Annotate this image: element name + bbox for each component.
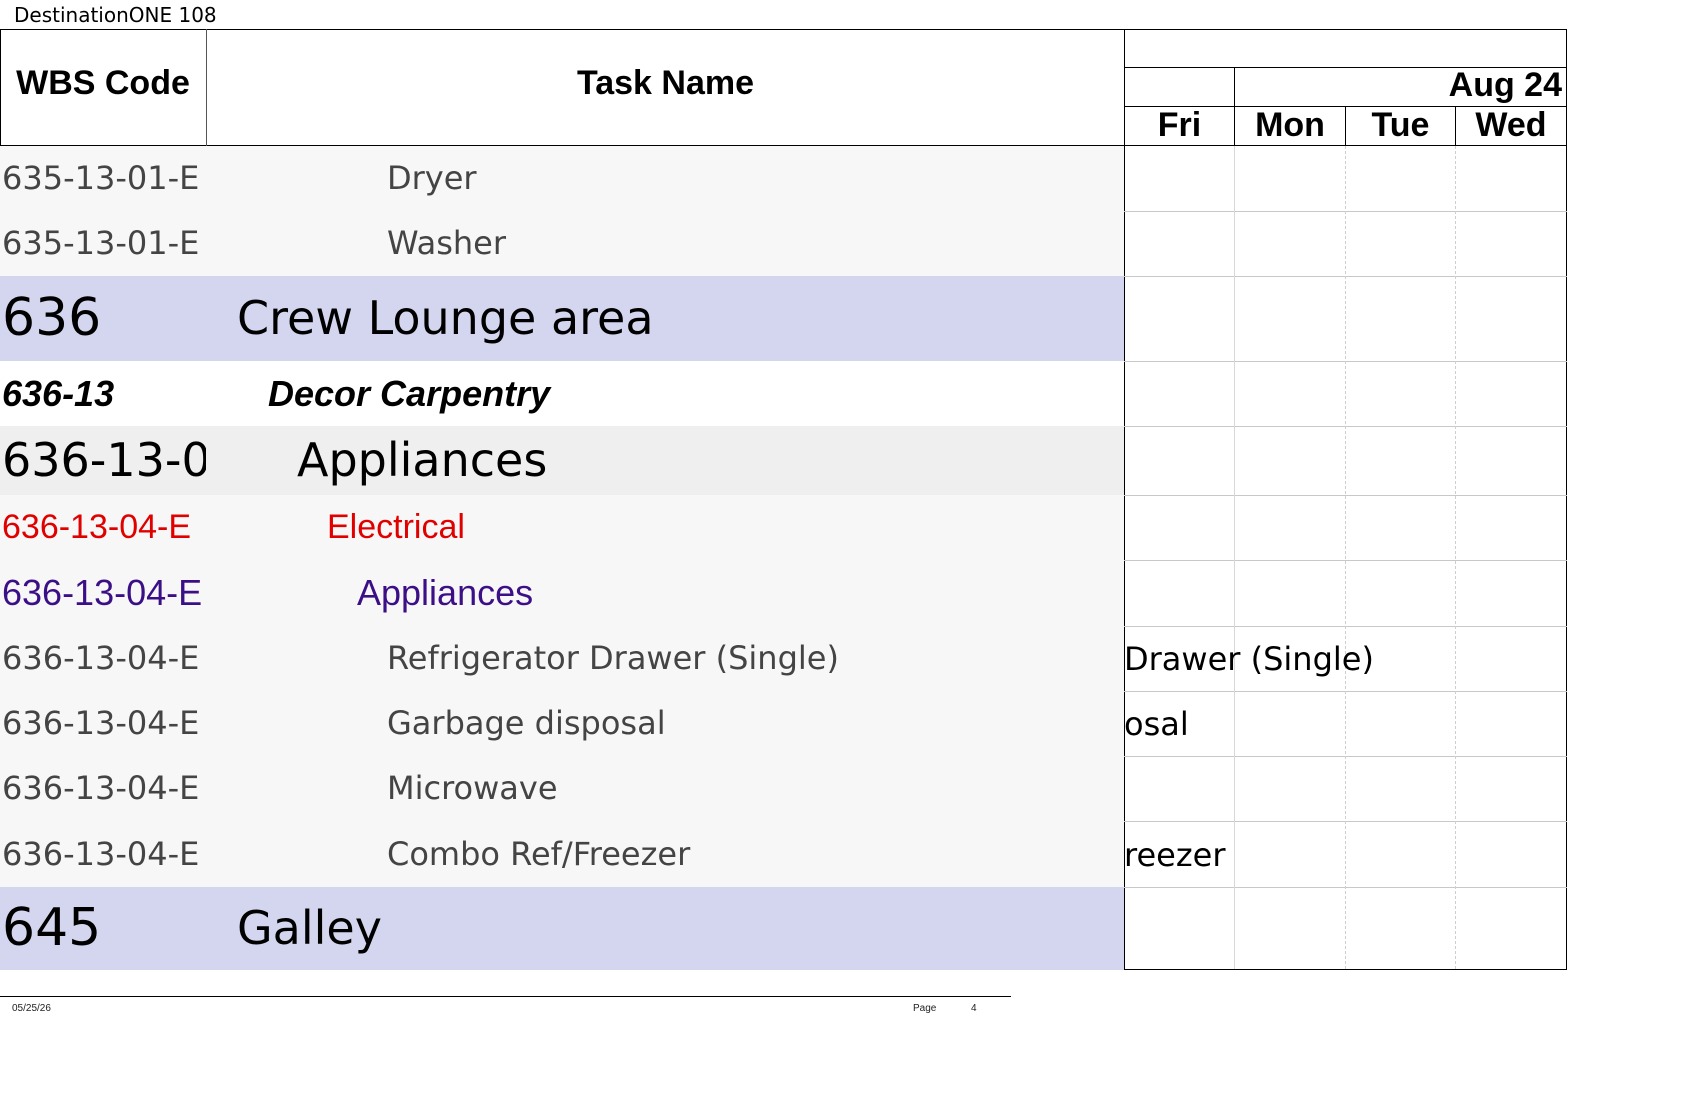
task-name-cell: Crew Lounge area <box>237 291 654 345</box>
wbs-code-cell: 636-13-04-E <box>2 508 192 546</box>
gantt-bar-label: reezer <box>1124 836 1226 874</box>
footer-page-number: 4 <box>971 1003 977 1014</box>
week-header: Aug 24 <box>1448 66 1562 104</box>
task-name-cell: Washer <box>387 224 506 262</box>
task-name-cell: Appliances <box>297 433 548 487</box>
footer-page-label: Page <box>913 1003 937 1014</box>
gantt-bar-label: osal <box>1124 705 1189 743</box>
wbs-code-cell: 636 <box>2 288 102 348</box>
wbs-code-cell: 636-13-04-E 01 <box>2 769 206 807</box>
wbs-code-cell: 635-13-01-E 01 <box>2 159 206 197</box>
grid-line <box>1566 29 1567 970</box>
footer-date: 05/25/26 <box>12 1003 51 1014</box>
day-header-mon: Mon <box>1255 106 1325 144</box>
wbs-code-cell: 636-13 <box>2 373 115 414</box>
day-header-wed: Wed <box>1475 106 1547 144</box>
wbs-code-cell: 636-13-04-E 01 <box>2 835 206 873</box>
wbs-code-cell: 636-13-04 <box>2 433 206 487</box>
day-header-tue: Tue <box>1371 106 1430 144</box>
wbs-code-cell: 645 <box>2 898 102 958</box>
gantt-bar-label: Drawer (Single) <box>1124 640 1374 678</box>
task-name-cell: Appliances <box>357 572 534 613</box>
wbs-code-cell: 635-13-01-E 01 <box>2 224 206 262</box>
task-name-cell: Decor Carpentry <box>268 373 551 414</box>
task-name-cell: Refrigerator Drawer (Single) <box>387 639 839 677</box>
task-name-cell: Combo Ref/Freezer <box>387 835 691 873</box>
wbs-header[interactable]: WBS Code <box>0 64 206 103</box>
task-name-cell: Electrical <box>327 508 465 546</box>
task-name-cell: Microwave <box>387 769 558 807</box>
task-name-header[interactable]: Task Name <box>207 64 1124 103</box>
task-name-cell: Garbage disposal <box>387 704 666 742</box>
task-name-cell: Dryer <box>387 159 477 197</box>
grid-line <box>0 29 1567 30</box>
wbs-code-cell: 636-13-04-E 01 <box>2 704 206 742</box>
day-header-fri: Fri <box>1157 106 1202 144</box>
wbs-code-cell: 636-13-04-E <box>2 572 203 613</box>
task-name-cell: Galley <box>237 901 382 955</box>
footer-rule <box>0 996 1011 997</box>
wbs-code-cell: 636-13-04-E 01 <box>2 639 206 677</box>
